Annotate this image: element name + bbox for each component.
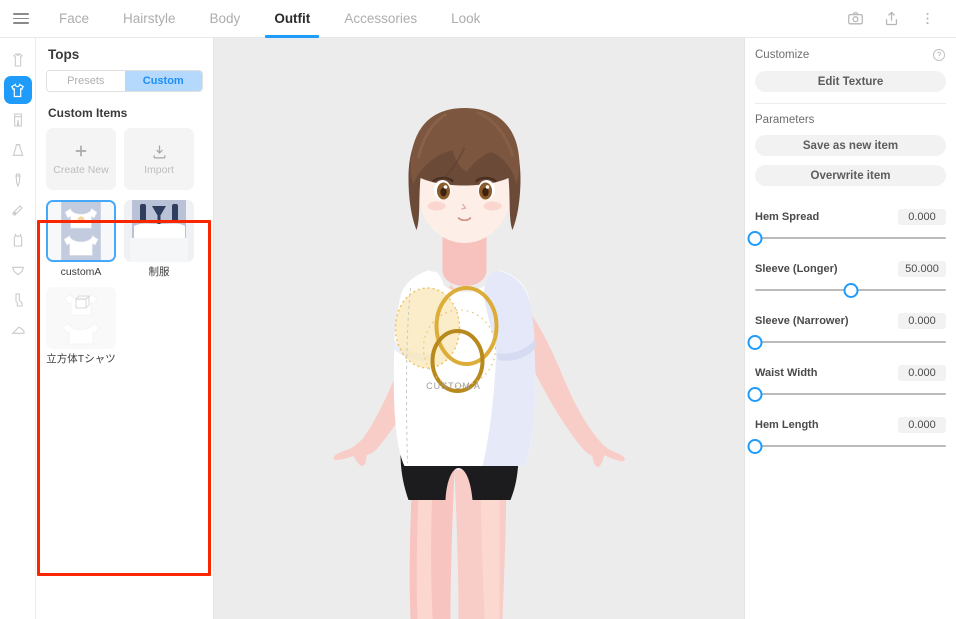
slider-label: Sleeve (Narrower) (755, 315, 849, 327)
custom-items-title: Custom Items (48, 106, 128, 120)
slider-track-area[interactable] (747, 385, 946, 403)
slider-sleeve-narrower: Sleeve (Narrower) 0.000 (747, 313, 946, 351)
rail-item-underwear-icon[interactable] (4, 256, 32, 284)
import-tile: Import (124, 128, 194, 190)
rail-item-pants-icon[interactable] (4, 106, 32, 134)
rail-item-socks-icon[interactable] (4, 286, 32, 314)
create-new-tile: Create New (46, 128, 116, 190)
slider-header: Sleeve (Narrower) 0.000 (755, 313, 946, 329)
plus-icon (75, 145, 87, 157)
slider-track (755, 445, 946, 447)
slider-waist-width: Waist Width 0.000 (747, 365, 946, 403)
tab-look[interactable]: Look (434, 0, 497, 38)
slider-label: Hem Length (755, 419, 819, 431)
hamburger-icon[interactable] (0, 0, 42, 38)
presets-custom-toggle: Presets Custom (46, 70, 203, 92)
tab-body[interactable]: Body (193, 0, 258, 38)
help-circle-icon[interactable] (932, 48, 946, 62)
slider-value: 0.000 (898, 313, 946, 329)
item-thumbnail-uniform (124, 200, 194, 262)
segment-presets[interactable]: Presets (47, 71, 125, 91)
tab-accessories[interactable]: Accessories (327, 0, 434, 38)
main-body: Tops Presets Custom Custom Items Create … (0, 38, 956, 619)
tab-face[interactable]: Face (42, 0, 106, 38)
list-item[interactable]: 制服 (124, 200, 194, 279)
slider-thumb[interactable] (747, 231, 763, 246)
slider-track-area[interactable] (747, 437, 946, 455)
item-thumbnail-cube-tshirt (46, 286, 116, 349)
rail-item-tanktop-icon[interactable] (4, 226, 32, 254)
create-new-label: Create New (53, 164, 109, 176)
slider-track (755, 237, 946, 239)
slider-value: 0.000 (898, 365, 946, 381)
slider-header: Waist Width 0.000 (755, 365, 946, 381)
slider-header: Sleeve (Longer) 50.000 (755, 261, 946, 277)
slider-value: 0.000 (898, 417, 946, 433)
rail-item-tshirt-icon[interactable] (3, 76, 32, 104)
rail-item-skirt-icon[interactable] (4, 136, 32, 164)
main-tabs: Face Hairstyle Body Outfit Accessories L… (42, 0, 497, 38)
category-rail (0, 38, 36, 619)
slider-label: Waist Width (755, 367, 818, 379)
item-label: 制服 (148, 266, 170, 278)
slider-track-area[interactable] (747, 229, 946, 247)
topbar-actions (840, 4, 956, 34)
import-button[interactable]: Import (124, 128, 194, 190)
customize-label: Customize (755, 49, 810, 61)
list-item[interactable]: customA (46, 200, 116, 279)
app-root: Face Hairstyle Body Outfit Accessories L… (0, 0, 956, 619)
download-icon (153, 144, 165, 159)
slider-track (755, 393, 946, 395)
slider-label: Hem Spread (755, 211, 820, 223)
slider-thumb[interactable] (843, 283, 858, 298)
camera-icon[interactable] (840, 4, 870, 34)
edit-texture-button[interactable]: Edit Texture (755, 71, 946, 92)
slider-thumb[interactable] (747, 439, 763, 454)
custom-actions: Create New Import (46, 128, 203, 190)
slider-track-area[interactable] (747, 333, 946, 351)
slider-label: Sleeve (Longer) (755, 263, 838, 275)
rail-item-shoes-icon[interactable] (4, 316, 32, 344)
share-icon[interactable] (876, 4, 906, 34)
rail-item-accessory-icon[interactable] (4, 196, 32, 224)
more-vertical-icon[interactable] (912, 4, 942, 34)
slider-track-area[interactable] (755, 281, 946, 299)
item-thumbnail-customA (46, 200, 116, 262)
parameters-label: Parameters (755, 114, 815, 126)
slider-value: 0.000 (898, 209, 946, 225)
list-item[interactable]: 立方体Tシャツ (46, 286, 116, 366)
tab-hairstyle[interactable]: Hairstyle (106, 0, 193, 38)
segment-custom[interactable]: Custom (124, 71, 202, 91)
inspector-panel: Customize Edit Texture Parameters Save a… (744, 38, 956, 619)
tops-panel: Tops Presets Custom Custom Items Create … (36, 38, 214, 619)
rail-item-dress-icon[interactable] (4, 46, 32, 74)
save-as-new-item-button[interactable]: Save as new item (755, 135, 946, 156)
character-viewport[interactable]: CUSTOM A (214, 38, 744, 619)
item-label: 立方体Tシャツ (46, 352, 116, 365)
divider (755, 103, 946, 104)
slider-thumb[interactable] (747, 335, 763, 350)
create-new-button[interactable]: Create New (46, 128, 116, 190)
top-bar: Face Hairstyle Body Outfit Accessories L… (0, 0, 956, 38)
slider-header: Hem Spread 0.000 (755, 209, 946, 225)
slider-value: 50.000 (898, 261, 946, 277)
character-render: CUSTOM A (214, 38, 744, 619)
import-label: Import (144, 163, 174, 176)
slider-header: Hem Length 0.000 (755, 417, 946, 433)
slider-track (755, 341, 946, 343)
slider-sleeve-longer: Sleeve (Longer) 50.000 (755, 261, 946, 299)
item-label: customA (60, 266, 102, 278)
panel-title: Tops (48, 47, 80, 62)
rail-item-necktie-icon[interactable] (4, 166, 32, 194)
slider-hem-length: Hem Length 0.000 (747, 417, 946, 455)
overwrite-item-button[interactable]: Overwrite item (755, 165, 946, 186)
tab-outfit[interactable]: Outfit (257, 0, 327, 38)
slider-hem-spread: Hem Spread 0.000 (747, 209, 946, 247)
inspector-header: Customize (755, 48, 946, 62)
slider-thumb[interactable] (747, 387, 763, 402)
shirt-print-text: CUSTOM A (426, 381, 481, 391)
custom-items-grid: customA 制服 立方体Tシャツ (46, 200, 203, 365)
